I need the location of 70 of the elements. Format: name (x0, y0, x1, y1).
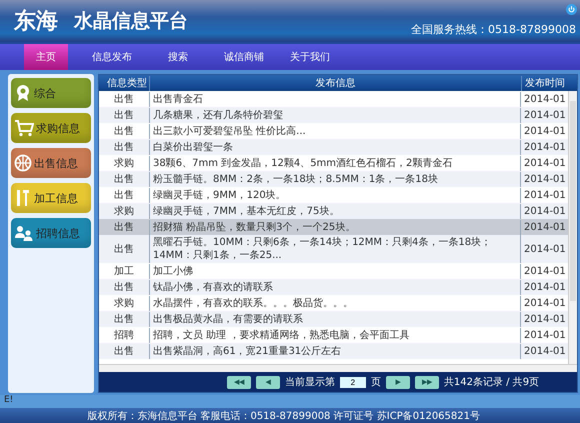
logo-text: 东海 (14, 7, 58, 35)
nav-tab[interactable]: 关于我们 (277, 44, 343, 70)
table-cell-text: 2014-01 (523, 330, 567, 340)
status-text: E! (4, 395, 14, 405)
category-button[interactable]: 加工信息 (11, 183, 91, 213)
table-row[interactable]: 出售 粉玉髓手链。8MM：2条，一条18块；8.5MM：1条，一条18块 2014-01 (99, 171, 568, 187)
hotline-text: 全国服务热线：0518-87899008 (411, 22, 576, 36)
table-cell-text: 求购 (113, 296, 135, 310)
table-cell-text: 出售 (113, 280, 135, 294)
table-cell-text: 出售 (113, 188, 135, 202)
table-row[interactable]: 求购 绿幽灵手链，7MM，基本无红皮，75块。 2014-01 (99, 203, 568, 219)
table-cell-text: 出售 (113, 124, 135, 138)
table-cell: 白菜价出碧玺一条 (149, 140, 521, 154)
table-cell-text: 2014-01 (523, 346, 567, 356)
page-label: 页 (370, 376, 381, 389)
table-cell: 黑曜石手链。10MM：只剩6条，一条14块；12MM：只剩4条，一条18块；14MM：只剩1条，一条25... (149, 235, 521, 263)
site-title: 水晶信息平台 (74, 9, 188, 34)
footer-text: 版权所有：东海信息平台 客服电话：0518-87899008 许可证号 苏ICP备012065821号 (87, 410, 480, 422)
column-header: 发布信息 (149, 76, 522, 90)
table-cell-text: 2014-01 (523, 314, 567, 324)
table-cell-text: 出售 (113, 220, 135, 234)
table-cell-text: 2014-01 (523, 142, 567, 152)
table-cell-text: 求购 (113, 156, 135, 170)
nav-tab[interactable]: 诚信商铺 (211, 44, 277, 70)
table-cell-text: 2014-01 (523, 174, 567, 184)
column-header: 信息类型 (106, 76, 148, 90)
table-cell-text: 2014-01 (523, 298, 567, 308)
table-cell-text: 出售 (113, 344, 135, 358)
table-cell: 粉玉髓手链。8MM：2条，一条18块；8.5MM：1条，一条18块 (149, 172, 521, 186)
table-row[interactable]: 出售 几条糖果，还有几条特价碧玺 2014-01 (99, 107, 568, 123)
category-button[interactable]: 出售信息 (11, 148, 91, 178)
table-cell-text: 2014-01 (523, 222, 567, 232)
table-cell-text: 2014-01 (523, 266, 567, 276)
nav-tab[interactable]: 主页 (24, 44, 68, 70)
table-cell-text: 出售 (113, 140, 135, 154)
nav-tab[interactable]: 信息发布 (79, 44, 145, 70)
table-cell-text: 2014-01 (523, 126, 567, 136)
category-button[interactable]: 综合 (11, 78, 91, 108)
table-row[interactable]: 出售 黑曜石手链。10MM：只剩6条，一条14块；12MM：只剩4条，一条18块；14MM：只剩1条，一条25... 2014-01 (99, 235, 568, 263)
table-cell-text: 招聘 (113, 328, 135, 342)
table-cell-text: 2014-01 (523, 206, 567, 216)
column-header: 发布时间 (524, 76, 566, 90)
nav-tab[interactable]: 搜索 (145, 44, 211, 70)
page-input[interactable]: 2 (340, 376, 366, 388)
table-row[interactable]: 出售 钛晶小佛，有喜欢的请联系 2014-01 (99, 279, 568, 295)
table-cell: 出售紫晶洞，高61，宽21重量31公斤左右 (149, 344, 521, 358)
table-cell-text: 加工 (113, 264, 135, 278)
table-cell-text: 2014-01 (523, 190, 567, 200)
table-cell-text: 求购 (113, 204, 135, 218)
table-row[interactable]: 出售 出售极品黄水晶，有需要的请联系 2014-01 (99, 311, 568, 327)
table-row[interactable]: 出售 出售紫晶洞，高61，宽21重量31公斤左右 2014-01 (99, 343, 568, 359)
table-cell-text: 出售 (113, 312, 135, 326)
table-cell: 几条糖果，还有几条特价碧玺 (149, 108, 521, 122)
table-row[interactable]: 出售 招财猫 粉晶吊坠，数量只剩3个，一个25块。 2014-01 (99, 219, 568, 235)
table-cell-text: 出售 (113, 242, 135, 256)
record-count: 共142条记录 / 共9页 (444, 376, 540, 389)
table-cell: 钛晶小佛，有喜欢的请联系 (149, 280, 521, 294)
category-button[interactable]: 求购信息 (11, 113, 91, 143)
category-button[interactable]: 招聘信息 (11, 218, 91, 248)
table-cell-text: 出售 (113, 108, 135, 122)
table-row[interactable]: 出售 白菜价出碧玺一条 2014-01 (99, 139, 568, 155)
table-cell-text: 2014-01 (523, 110, 567, 120)
page-label: 当前显示第 (284, 376, 335, 389)
table-cell: 出售极品黄水晶，有需要的请联系 (149, 312, 521, 326)
table-cell-text: 2014-01 (523, 94, 567, 104)
table-cell-text: 2014-01 (523, 158, 567, 168)
table-cell-text: 出售 (113, 92, 135, 106)
table-cell-text: 2014-01 (523, 244, 567, 254)
table-cell-text: 出售 (113, 172, 135, 186)
table-cell-text: 2014-01 (523, 282, 567, 292)
